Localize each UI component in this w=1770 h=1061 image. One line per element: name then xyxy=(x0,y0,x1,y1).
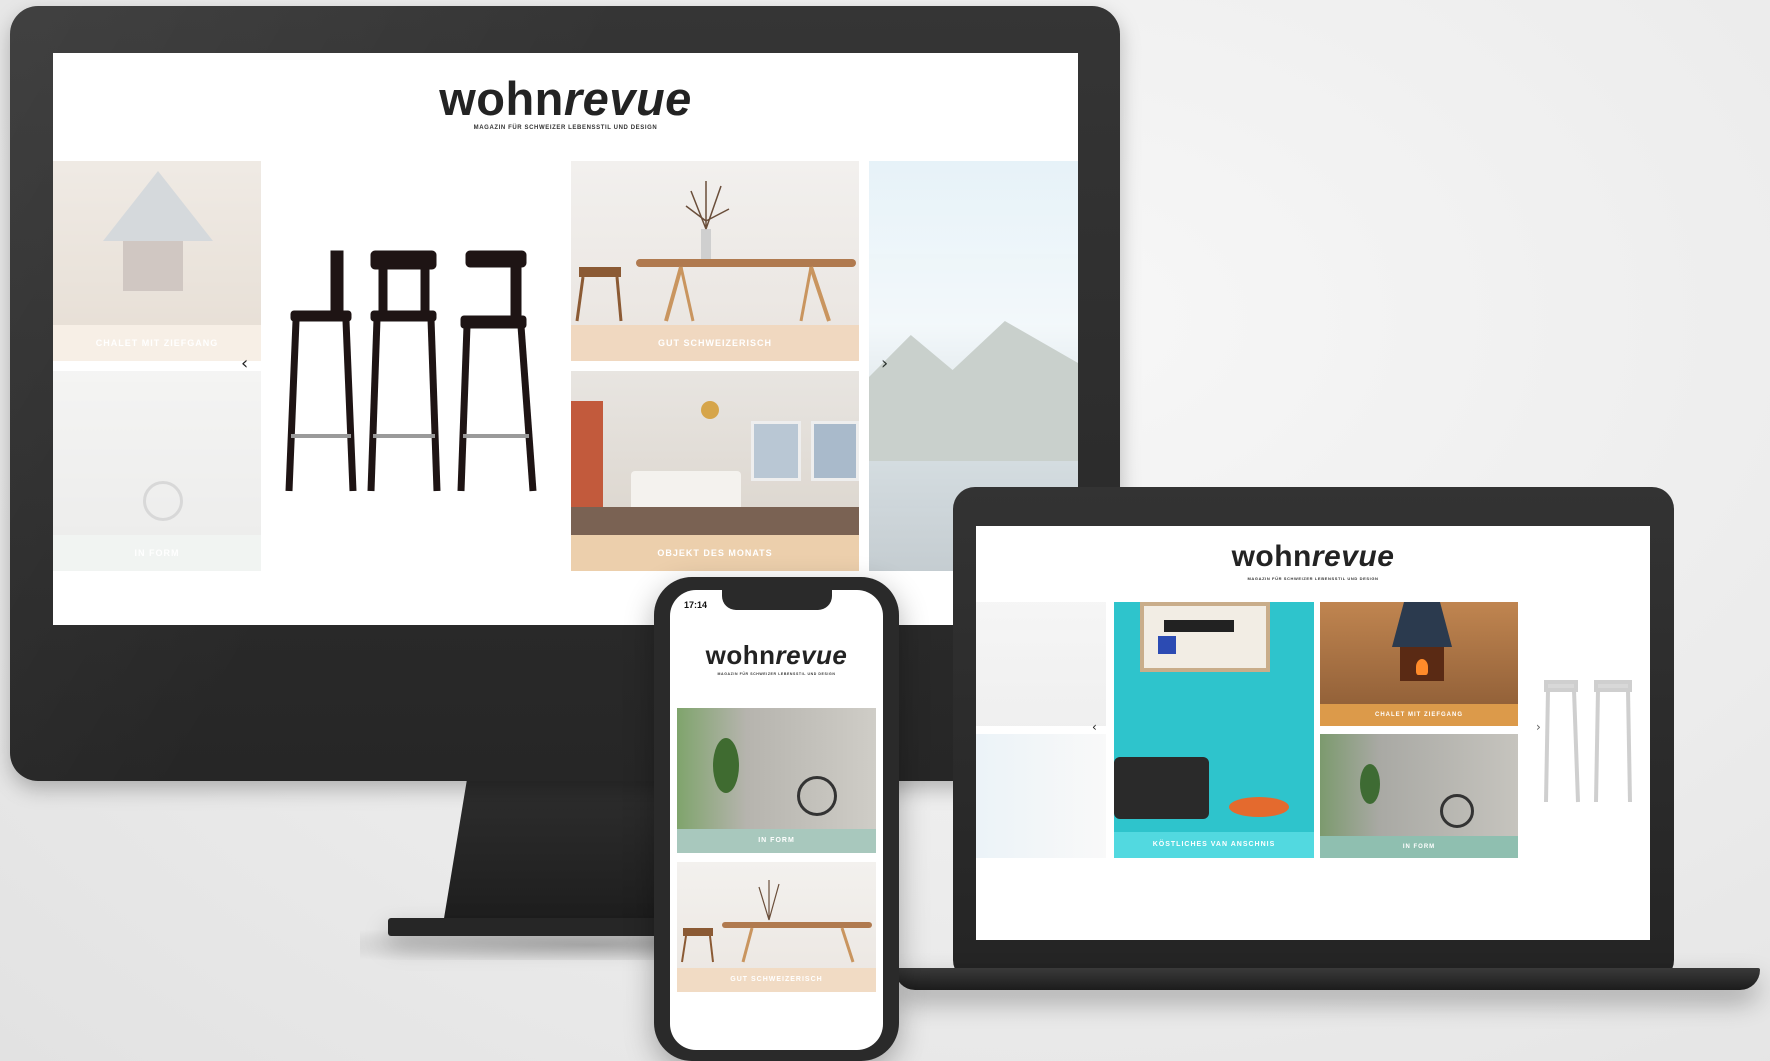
wall-accent xyxy=(571,401,603,511)
site-logo[interactable]: wohnrevue xyxy=(670,640,883,671)
floor xyxy=(571,507,859,535)
tile-right-faded[interactable] xyxy=(1526,602,1650,858)
status-time: 17:14 xyxy=(684,600,708,610)
tile-caption: OBJEKT DES MONATS xyxy=(571,535,859,571)
tile-objekt-des-monats[interactable]: OBJEKT DES MONATS xyxy=(571,371,859,571)
carousel-prev-arrow[interactable]: ‹ xyxy=(1092,720,1097,734)
site-tagline: MAGAZIN FÜR SCHWEIZER LEBENSSTIL UND DES… xyxy=(473,125,658,131)
radio xyxy=(1114,757,1209,819)
plant xyxy=(1360,764,1380,804)
tile-caption: CHALET MIT ZIEFGANG xyxy=(1320,704,1518,726)
fireplace xyxy=(1400,647,1444,681)
carousel-prev-arrow[interactable]: ‹ xyxy=(241,353,248,374)
plant xyxy=(713,738,739,793)
laptop-screen: wohnrevue MAGAZIN FÜR SCHWEIZER LEBENSST… xyxy=(976,526,1650,940)
tile-bar-stools[interactable] xyxy=(271,161,561,571)
tile-left-faded-2[interactable] xyxy=(976,734,1106,858)
tile-caption: IN FORM xyxy=(677,829,876,853)
laptop-base xyxy=(895,968,1760,990)
tile-caption: IN FORM xyxy=(1320,836,1518,858)
fruit-bowl xyxy=(1229,797,1289,817)
tile-caption: IN FORM xyxy=(53,535,261,571)
tile-in-form[interactable]: IN FORM xyxy=(1320,734,1518,858)
tile-caption: CHALET MIT ZIEFGANG xyxy=(53,325,261,361)
wall-painting xyxy=(1140,602,1270,672)
bike xyxy=(797,776,837,816)
tile-gut-schweizerisch[interactable]: GUT SCHWEIZERISCH xyxy=(571,161,859,361)
phone-screen: 17:14 wohnrevue MAGAZIN FÜR SCHWEIZER LE… xyxy=(670,590,883,1050)
tile-chalet[interactable]: CHALET MIT ZIEFGANG xyxy=(1320,602,1518,726)
window-1 xyxy=(751,421,801,481)
tile-kostliches[interactable]: KÖSTLICHES VAN ANSCHNIS xyxy=(1114,602,1314,858)
fireplace xyxy=(123,241,183,291)
sofa xyxy=(631,471,741,511)
site-logo[interactable]: wohnrevue xyxy=(976,540,1650,574)
fireplace-hood xyxy=(103,171,213,241)
monitor-screen: wohnrevue MAGAZIN FÜR SCHWEIZER LEBENSST… xyxy=(53,53,1078,625)
window-2 xyxy=(811,421,859,481)
tile-chalet-faded[interactable]: CHALET MIT ZIEFGANG xyxy=(53,161,261,361)
bike xyxy=(1440,794,1474,828)
tile-caption: GUT SCHWEIZERISCH xyxy=(677,968,876,992)
tile-gut-schweizerisch[interactable]: GUT SCHWEIZERISCH xyxy=(677,862,876,992)
mountain xyxy=(869,321,1078,461)
site-logo[interactable]: wohnrevue xyxy=(53,71,1078,126)
site-tagline: MAGAZIN FÜR SCHWEIZER LEBENSSTIL UND DES… xyxy=(1247,576,1379,581)
fireplace-hood xyxy=(1392,602,1452,647)
chandelier xyxy=(701,401,719,419)
tile-caption: KÖSTLICHES VAN ANSCHNIS xyxy=(1114,832,1314,858)
site-tagline: MAGAZIN FÜR SCHWEIZER LEBENSSTIL UND DES… xyxy=(717,672,836,676)
tile-in-form-faded[interactable]: IN FORM xyxy=(53,371,261,571)
tile-left-faded-1[interactable] xyxy=(976,602,1106,726)
bar-stools-faded xyxy=(1544,680,1632,803)
tile-caption: GUT SCHWEIZERISCH xyxy=(571,325,859,361)
bar-stools-image xyxy=(285,250,537,492)
phone-notch xyxy=(722,590,832,610)
tile-in-form[interactable]: IN FORM xyxy=(677,708,876,853)
bike-wheel xyxy=(143,481,183,521)
